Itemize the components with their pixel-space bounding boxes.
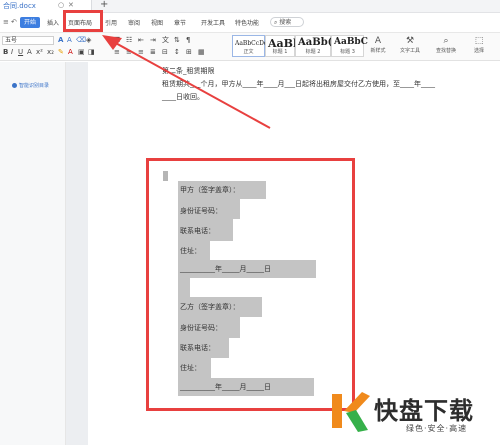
- watermark-logo: [332, 392, 370, 432]
- watermark-brand: 快盘下载: [374, 397, 474, 425]
- annotation-arrow: [102, 35, 271, 129]
- watermark-slogan: 绿色·安全·高速: [406, 424, 468, 433]
- arrow-shaft: [111, 40, 271, 129]
- arrow-head: [102, 35, 122, 50]
- site-watermark: 快盘下载 绿色·安全·高速: [322, 386, 500, 445]
